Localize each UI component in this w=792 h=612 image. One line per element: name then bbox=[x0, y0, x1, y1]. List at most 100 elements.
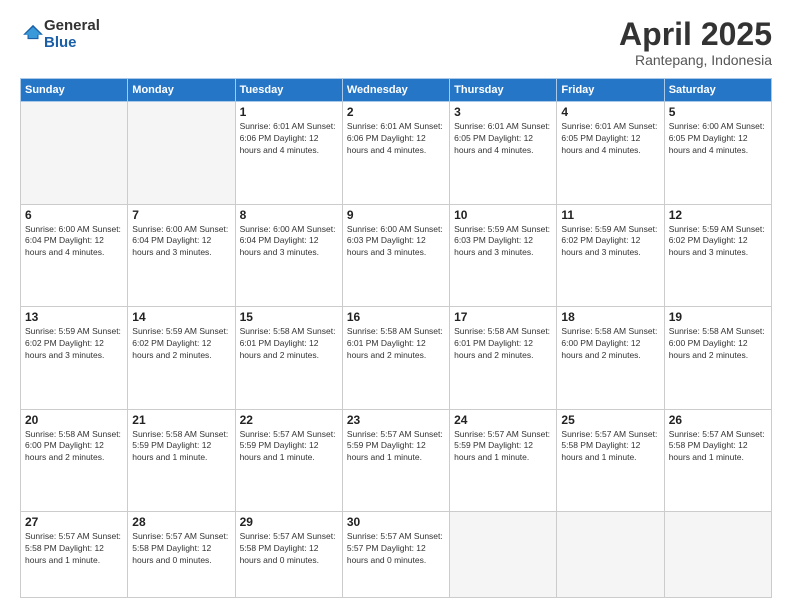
logo-general-text: General bbox=[44, 18, 100, 35]
day-number: 28 bbox=[132, 515, 230, 529]
table-row: 6 Sunrise: 6:00 AM Sunset: 6:04 PM Daylig… bbox=[21, 204, 128, 307]
day-number: 23 bbox=[347, 413, 445, 427]
table-row: 17 Sunrise: 5:58 AM Sunset: 6:01 PM Dayli… bbox=[450, 307, 557, 410]
day-detail: Sunrise: 6:01 AM Sunset: 6:05 PM Dayligh… bbox=[561, 121, 659, 157]
day-detail: Sunrise: 5:57 AM Sunset: 5:58 PM Dayligh… bbox=[132, 531, 230, 567]
day-number: 2 bbox=[347, 105, 445, 119]
day-number: 18 bbox=[561, 310, 659, 324]
day-number: 13 bbox=[25, 310, 123, 324]
day-number: 10 bbox=[454, 208, 552, 222]
day-detail: Sunrise: 5:58 AM Sunset: 6:00 PM Dayligh… bbox=[669, 326, 767, 362]
table-row: 24 Sunrise: 5:57 AM Sunset: 5:59 PM Dayli… bbox=[450, 409, 557, 512]
day-number: 12 bbox=[669, 208, 767, 222]
table-row: 23 Sunrise: 5:57 AM Sunset: 5:59 PM Dayli… bbox=[342, 409, 449, 512]
day-detail: Sunrise: 5:58 AM Sunset: 6:01 PM Dayligh… bbox=[454, 326, 552, 362]
calendar-location: Rantepang, Indonesia bbox=[619, 52, 772, 68]
table-row: 1 Sunrise: 6:01 AM Sunset: 6:06 PM Daylig… bbox=[235, 102, 342, 205]
day-detail: Sunrise: 5:57 AM Sunset: 5:57 PM Dayligh… bbox=[347, 531, 445, 567]
table-row: 2 Sunrise: 6:01 AM Sunset: 6:06 PM Daylig… bbox=[342, 102, 449, 205]
table-row: 19 Sunrise: 5:58 AM Sunset: 6:00 PM Dayli… bbox=[664, 307, 771, 410]
day-number: 9 bbox=[347, 208, 445, 222]
day-number: 11 bbox=[561, 208, 659, 222]
header-friday: Friday bbox=[557, 79, 664, 102]
table-row: 10Sunrise: 5:59 AM Sunset: 6:03 PM Dayli… bbox=[450, 204, 557, 307]
day-number: 25 bbox=[561, 413, 659, 427]
table-row: 27 Sunrise: 5:57 AM Sunset: 5:58 PM Dayli… bbox=[21, 512, 128, 598]
day-detail: Sunrise: 5:58 AM Sunset: 6:01 PM Dayligh… bbox=[240, 326, 338, 362]
day-number: 21 bbox=[132, 413, 230, 427]
day-detail: Sunrise: 5:57 AM Sunset: 5:58 PM Dayligh… bbox=[240, 531, 338, 567]
day-detail: Sunrise: 6:00 AM Sunset: 6:05 PM Dayligh… bbox=[669, 121, 767, 157]
day-detail: Sunrise: 5:57 AM Sunset: 5:59 PM Dayligh… bbox=[240, 429, 338, 465]
title-block: April 2025 Rantepang, Indonesia bbox=[619, 18, 772, 68]
day-number: 27 bbox=[25, 515, 123, 529]
day-number: 15 bbox=[240, 310, 338, 324]
day-detail: Sunrise: 6:00 AM Sunset: 6:04 PM Dayligh… bbox=[25, 224, 123, 260]
day-number: 26 bbox=[669, 413, 767, 427]
day-number: 16 bbox=[347, 310, 445, 324]
day-detail: Sunrise: 5:58 AM Sunset: 5:59 PM Dayligh… bbox=[132, 429, 230, 465]
day-detail: Sunrise: 6:00 AM Sunset: 6:03 PM Dayligh… bbox=[347, 224, 445, 260]
header-sunday: Sunday bbox=[21, 79, 128, 102]
table-row: 7 Sunrise: 6:00 AM Sunset: 6:04 PM Daylig… bbox=[128, 204, 235, 307]
day-detail: Sunrise: 6:00 AM Sunset: 6:04 PM Dayligh… bbox=[132, 224, 230, 260]
table-row: 14 Sunrise: 5:59 AM Sunset: 6:02 PM Dayli… bbox=[128, 307, 235, 410]
table-row: 4 Sunrise: 6:01 AM Sunset: 6:05 PM Daylig… bbox=[557, 102, 664, 205]
table-row: 3 Sunrise: 6:01 AM Sunset: 6:05 PM Daylig… bbox=[450, 102, 557, 205]
calendar-header-row: Sunday Monday Tuesday Wednesday Thursday… bbox=[21, 79, 772, 102]
day-detail: Sunrise: 5:57 AM Sunset: 5:58 PM Dayligh… bbox=[25, 531, 123, 567]
day-detail: Sunrise: 5:58 AM Sunset: 6:01 PM Dayligh… bbox=[347, 326, 445, 362]
day-number: 1 bbox=[240, 105, 338, 119]
calendar-table: Sunday Monday Tuesday Wednesday Thursday… bbox=[20, 78, 772, 598]
day-detail: Sunrise: 5:57 AM Sunset: 5:59 PM Dayligh… bbox=[454, 429, 552, 465]
table-row bbox=[128, 102, 235, 205]
header-saturday: Saturday bbox=[664, 79, 771, 102]
day-number: 7 bbox=[132, 208, 230, 222]
day-number: 14 bbox=[132, 310, 230, 324]
day-number: 5 bbox=[669, 105, 767, 119]
table-row: 29 Sunrise: 5:57 AM Sunset: 5:58 PM Dayli… bbox=[235, 512, 342, 598]
day-detail: Sunrise: 5:59 AM Sunset: 6:02 PM Dayligh… bbox=[132, 326, 230, 362]
day-number: 6 bbox=[25, 208, 123, 222]
day-detail: Sunrise: 5:57 AM Sunset: 5:58 PM Dayligh… bbox=[561, 429, 659, 465]
table-row: 9 Sunrise: 6:00 AM Sunset: 6:03 PM Daylig… bbox=[342, 204, 449, 307]
day-number: 8 bbox=[240, 208, 338, 222]
day-number: 17 bbox=[454, 310, 552, 324]
logo-icon bbox=[22, 21, 44, 43]
header-monday: Monday bbox=[128, 79, 235, 102]
day-detail: Sunrise: 6:01 AM Sunset: 6:06 PM Dayligh… bbox=[240, 121, 338, 157]
table-row: 13 Sunrise: 5:59 AM Sunset: 6:02 PM Dayli… bbox=[21, 307, 128, 410]
table-row: 28 Sunrise: 5:57 AM Sunset: 5:58 PM Dayli… bbox=[128, 512, 235, 598]
day-detail: Sunrise: 5:57 AM Sunset: 5:58 PM Dayligh… bbox=[669, 429, 767, 465]
day-number: 24 bbox=[454, 413, 552, 427]
table-row: 20Sunrise: 5:58 AM Sunset: 6:00 PM Dayli… bbox=[21, 409, 128, 512]
day-detail: Sunrise: 5:59 AM Sunset: 6:02 PM Dayligh… bbox=[669, 224, 767, 260]
day-detail: Sunrise: 6:01 AM Sunset: 6:05 PM Dayligh… bbox=[454, 121, 552, 157]
calendar-title: April 2025 bbox=[619, 18, 772, 50]
header-wednesday: Wednesday bbox=[342, 79, 449, 102]
table-row: 11Sunrise: 5:59 AM Sunset: 6:02 PM Dayli… bbox=[557, 204, 664, 307]
table-row: 26 Sunrise: 5:57 AM Sunset: 5:58 PM Dayli… bbox=[664, 409, 771, 512]
table-row: 5 Sunrise: 6:00 AM Sunset: 6:05 PM Daylig… bbox=[664, 102, 771, 205]
day-number: 29 bbox=[240, 515, 338, 529]
table-row: 30Sunrise: 5:57 AM Sunset: 5:57 PM Dayli… bbox=[342, 512, 449, 598]
table-row: 21 Sunrise: 5:58 AM Sunset: 5:59 PM Dayli… bbox=[128, 409, 235, 512]
page-header: General Blue April 2025 Rantepang, Indon… bbox=[20, 18, 772, 68]
table-row: 25 Sunrise: 5:57 AM Sunset: 5:58 PM Dayli… bbox=[557, 409, 664, 512]
day-number: 3 bbox=[454, 105, 552, 119]
day-number: 19 bbox=[669, 310, 767, 324]
table-row: 12 Sunrise: 5:59 AM Sunset: 6:02 PM Dayli… bbox=[664, 204, 771, 307]
day-number: 4 bbox=[561, 105, 659, 119]
day-detail: Sunrise: 5:58 AM Sunset: 6:00 PM Dayligh… bbox=[25, 429, 123, 465]
day-detail: Sunrise: 5:59 AM Sunset: 6:02 PM Dayligh… bbox=[25, 326, 123, 362]
day-detail: Sunrise: 6:00 AM Sunset: 6:04 PM Dayligh… bbox=[240, 224, 338, 260]
table-row: 15 Sunrise: 5:58 AM Sunset: 6:01 PM Dayli… bbox=[235, 307, 342, 410]
day-detail: Sunrise: 5:57 AM Sunset: 5:59 PM Dayligh… bbox=[347, 429, 445, 465]
day-detail: Sunrise: 5:58 AM Sunset: 6:00 PM Dayligh… bbox=[561, 326, 659, 362]
day-number: 22 bbox=[240, 413, 338, 427]
table-row bbox=[557, 512, 664, 598]
day-detail: Sunrise: 6:01 AM Sunset: 6:06 PM Dayligh… bbox=[347, 121, 445, 157]
header-tuesday: Tuesday bbox=[235, 79, 342, 102]
table-row bbox=[664, 512, 771, 598]
logo: General Blue bbox=[20, 18, 100, 51]
